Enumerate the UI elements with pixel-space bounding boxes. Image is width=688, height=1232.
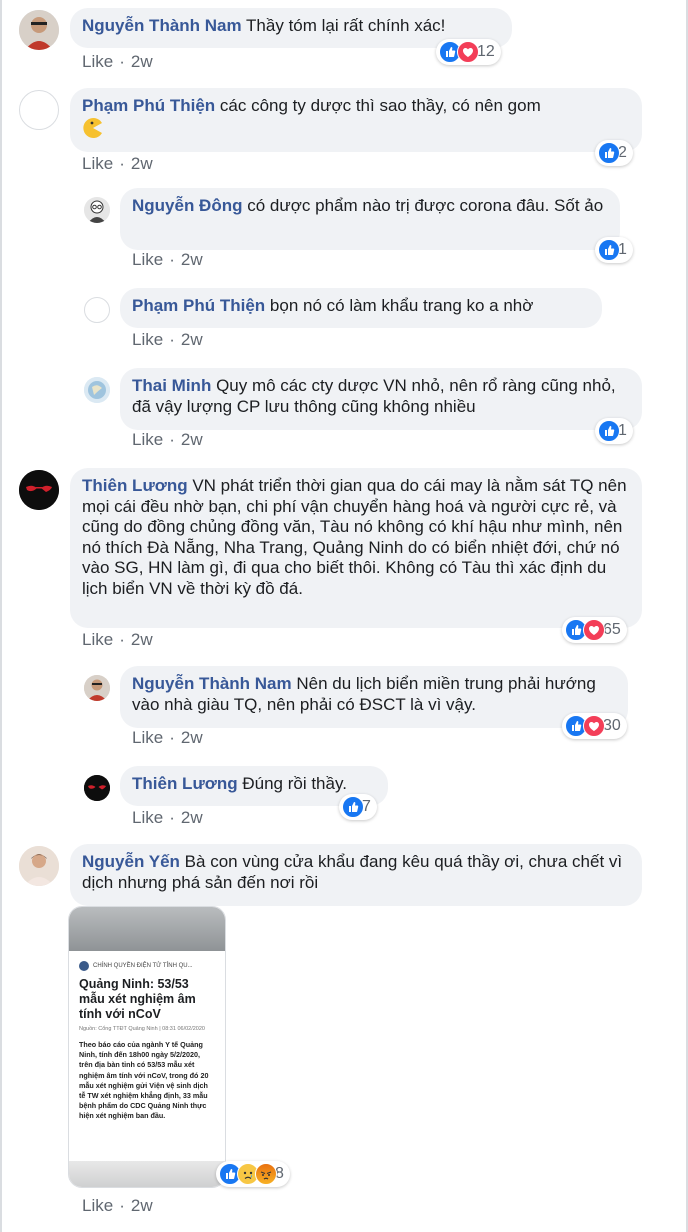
comment-meta: Like · 2w [132, 250, 203, 269]
comment-text: bọn nó có làm khẩu trang ko a nhờ [269, 296, 534, 315]
timestamp[interactable]: 2w [131, 1196, 153, 1215]
comment-author[interactable]: Nguyễn Thành Nam [82, 16, 242, 35]
like-link[interactable]: Like [132, 728, 163, 747]
comment-text: Thầy tóm lại rất chính xác! [246, 16, 446, 35]
like-link[interactable]: Like [132, 330, 163, 349]
attachment-source-text: CHÍNH QUYỀN ĐIỆN TỬ TỈNH QU... [93, 963, 193, 969]
avatar[interactable] [84, 377, 110, 403]
comment-meta: Like · 2w [82, 52, 153, 71]
timestamp[interactable]: 2w [181, 430, 203, 449]
reaction-summary[interactable]: 7 [339, 794, 377, 820]
like-reaction-icon [598, 142, 620, 164]
timestamp[interactable]: 2w [181, 728, 203, 747]
reaction-summary[interactable]: 1 [595, 237, 633, 263]
avatar[interactable] [19, 846, 59, 886]
comment-author[interactable]: Thiên Lương [82, 476, 188, 495]
attachment-body: Theo báo cáo của ngành Y tế Quảng Ninh, … [79, 1040, 209, 1121]
comment-author[interactable]: Phạm Phú Thiện [82, 96, 215, 115]
comment-meta: Like · 2w [82, 1196, 153, 1215]
like-reaction-icon [342, 796, 364, 818]
comment-author[interactable]: Nguyễn Thành Nam [132, 674, 292, 693]
comment-text: có dược phẩm nào trị được corona đâu. Số… [247, 196, 604, 215]
comment-meta: Like · 2w [132, 728, 203, 747]
avatar[interactable] [84, 675, 110, 701]
like-link[interactable]: Like [82, 154, 113, 173]
like-link[interactable]: Like [132, 430, 163, 449]
comment-bubble: Nguyễn Yến Bà con vùng cửa khẩu đang kêu… [70, 844, 642, 906]
reaction-summary[interactable]: 2 [595, 140, 633, 166]
like-link[interactable]: Like [132, 250, 163, 269]
comment-meta: Like · 2w [132, 330, 203, 349]
like-link[interactable]: Like [82, 52, 113, 71]
timestamp[interactable]: 2w [181, 808, 203, 827]
avatar[interactable] [19, 10, 59, 50]
avatar[interactable] [84, 197, 110, 223]
love-reaction-icon [457, 41, 479, 63]
reaction-summary[interactable]: 8 [216, 1161, 290, 1187]
like-link[interactable]: Like [132, 808, 163, 827]
attachment-source: CHÍNH QUYỀN ĐIỆN TỬ TỈNH QU... [79, 961, 225, 971]
like-link[interactable]: Like [82, 630, 113, 649]
like-link[interactable]: Like [82, 1196, 113, 1215]
site-logo-icon [79, 961, 89, 971]
comment-bubble: Phạm Phú Thiện các công ty dược thì sao … [70, 88, 642, 152]
timestamp[interactable]: 2w [181, 330, 203, 349]
comment-author[interactable]: Thiên Lương [132, 774, 238, 793]
avatar[interactable] [84, 297, 110, 323]
avatar[interactable] [19, 90, 59, 130]
reaction-summary[interactable]: 65 [562, 617, 627, 643]
comment-bubble: Thiên Lương VN phát triển thời gian qua … [70, 468, 642, 628]
reaction-count: 12 [477, 43, 495, 60]
reaction-count: 30 [603, 717, 621, 734]
avatar[interactable] [19, 470, 59, 510]
comment-author[interactable]: Nguyễn Đông [132, 196, 243, 215]
love-reaction-icon [583, 619, 605, 641]
comment-bubble: Phạm Phú Thiện bọn nó có làm khẩu trang … [120, 288, 602, 328]
comment-bubble: Nguyễn Thành Nam Nên du lịch biển miền t… [120, 666, 628, 728]
comment-author[interactable]: Thai Minh [132, 376, 211, 395]
comment-author[interactable]: Nguyễn Yến [82, 852, 180, 871]
reaction-summary[interactable]: 1 [595, 418, 633, 444]
timestamp[interactable]: 2w [181, 250, 203, 269]
attached-image[interactable]: CHÍNH QUYỀN ĐIỆN TỬ TỈNH QU... Quảng Nin… [68, 906, 226, 1188]
comment-text: Đúng rồi thầy. [242, 774, 347, 793]
timestamp[interactable]: 2w [131, 154, 153, 173]
love-reaction-icon [583, 715, 605, 737]
comment-bubble: Thai Minh Quy mô các cty dược VN nhỏ, nê… [120, 368, 642, 430]
comment-meta: Like · 2w [82, 154, 153, 173]
comment-author[interactable]: Phạm Phú Thiện [132, 296, 265, 315]
comment-meta: Like · 2w [132, 808, 203, 827]
angry-reaction-icon [255, 1163, 277, 1185]
left-border [0, 0, 2, 1232]
avatar[interactable] [84, 775, 110, 801]
like-reaction-icon [598, 420, 620, 442]
reaction-summary[interactable]: 12 [436, 39, 501, 65]
comment-meta: Like · 2w [132, 430, 203, 449]
comment-text: các công ty dược thì sao thầy, có nên go… [219, 96, 541, 115]
attachment-footer-strip [69, 1161, 225, 1187]
timestamp[interactable]: 2w [131, 52, 153, 71]
timestamp[interactable]: 2w [131, 630, 153, 649]
reaction-count: 65 [603, 621, 621, 638]
attachment-photo-strip [69, 907, 225, 951]
attachment-byline: Nguồn: Cổng TTĐT Quảng Ninh | 08:31 06/0… [79, 1026, 205, 1032]
attachment-title: Quảng Ninh: 53/53 mẫu xét nghiệm âm tính… [79, 977, 196, 1021]
like-reaction-icon [598, 239, 620, 261]
reaction-summary[interactable]: 30 [562, 713, 627, 739]
pacman-icon [82, 117, 104, 138]
comment-meta: Like · 2w [82, 630, 153, 649]
comment-bubble: Nguyễn Đông có dược phẩm nào trị được co… [120, 188, 620, 250]
